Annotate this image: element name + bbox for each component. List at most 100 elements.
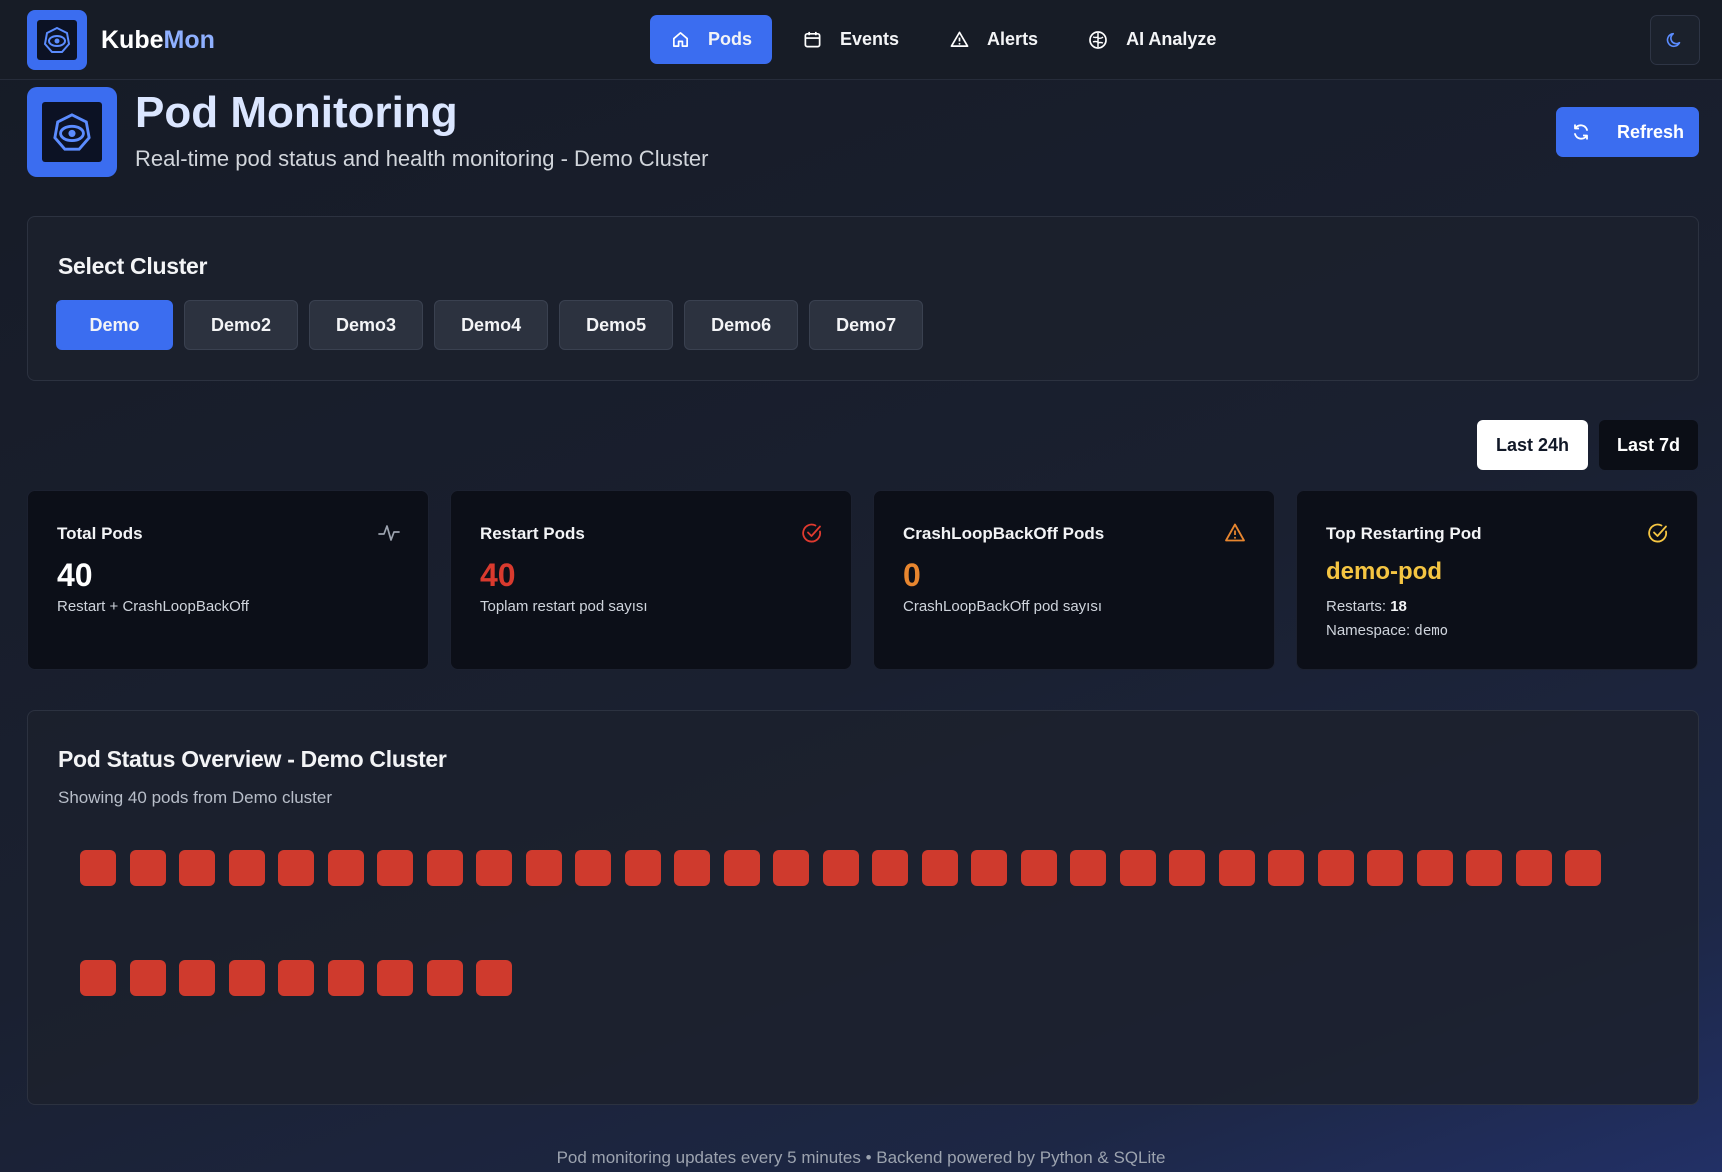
top-pod-restarts: Restarts: 18 bbox=[1326, 598, 1407, 615]
footer-text: Pod monitoring updates every 5 minutes •… bbox=[556, 1148, 1166, 1167]
pod-status-tile[interactable] bbox=[80, 960, 116, 996]
pod-status-tile[interactable] bbox=[278, 850, 314, 886]
cluster-button-demo3[interactable]: Demo3 bbox=[309, 300, 424, 350]
stat-card-description: Restart + CrashLoopBackOff bbox=[57, 598, 249, 615]
pod-status-tile[interactable] bbox=[921, 850, 958, 886]
pod-status-tile[interactable] bbox=[179, 960, 215, 996]
eye-logo-icon bbox=[53, 113, 91, 151]
cluster-button-demo7[interactable]: Demo7 bbox=[809, 300, 924, 350]
refresh-icon bbox=[1574, 124, 1588, 140]
pod-status-tile[interactable] bbox=[1169, 850, 1205, 886]
top-pod-namespace-value: demo bbox=[1414, 623, 1449, 639]
pod-status-tile[interactable] bbox=[228, 850, 265, 886]
brand-name-second: Mon bbox=[163, 25, 215, 54]
brain-icon bbox=[1088, 30, 1108, 50]
warning-icon bbox=[949, 30, 969, 50]
pod-status-tile[interactable] bbox=[476, 850, 512, 886]
pod-status-tile[interactable] bbox=[377, 960, 413, 996]
refresh-button[interactable]: Refresh bbox=[1556, 107, 1699, 157]
brand-name: KubeMon bbox=[101, 26, 215, 55]
pod-status-subtitle: Showing 40 pods from Demo cluster bbox=[58, 788, 333, 807]
pod-status-tile[interactable] bbox=[872, 850, 908, 886]
pod-status-tile[interactable] bbox=[228, 960, 265, 996]
pod-status-overview-panel: Pod Status Overview - Demo Cluster Showi… bbox=[27, 710, 1699, 1105]
brand-name-first: Kube bbox=[101, 25, 164, 54]
page-title: Pod Monitoring bbox=[135, 88, 458, 137]
time-range-toggle: Last 24h Last 7d bbox=[1477, 420, 1698, 470]
pod-status-tile[interactable] bbox=[1416, 850, 1453, 886]
nav-pods[interactable]: Pods bbox=[650, 15, 773, 64]
pod-status-tile[interactable] bbox=[971, 850, 1007, 886]
cluster-button-demo4[interactable]: Demo4 bbox=[434, 300, 549, 350]
pod-status-grid bbox=[80, 850, 1640, 996]
pod-status-tile[interactable] bbox=[377, 850, 413, 886]
theme-toggle-button[interactable] bbox=[1650, 15, 1700, 65]
pod-status-tile[interactable] bbox=[426, 960, 463, 996]
cluster-button-demo2[interactable]: Demo2 bbox=[184, 300, 299, 350]
pod-status-tile[interactable] bbox=[278, 960, 314, 996]
pod-status-tile[interactable] bbox=[476, 960, 512, 996]
cluster-button-demo[interactable]: Demo bbox=[56, 300, 173, 350]
pod-status-tile[interactable] bbox=[327, 960, 364, 996]
pod-status-tile[interactable] bbox=[129, 850, 166, 886]
pod-status-tile[interactable] bbox=[1466, 850, 1502, 886]
stat-card-top-restarting-pod: Top Restarting Pod demo-pod Restarts: 18… bbox=[1296, 490, 1698, 670]
pod-status-tile[interactable] bbox=[1119, 850, 1156, 886]
pod-status-tile[interactable] bbox=[179, 850, 215, 886]
top-pod-restarts-label: Restarts: bbox=[1326, 598, 1387, 615]
stat-card-title: Restart Pods bbox=[480, 524, 585, 543]
nav-alerts[interactable]: Alerts bbox=[929, 15, 1058, 64]
home-icon bbox=[670, 30, 690, 50]
nav-pods-label: Pods bbox=[708, 29, 753, 49]
pod-status-tile[interactable] bbox=[327, 850, 364, 886]
stat-card-description: CrashLoopBackOff pod sayısı bbox=[903, 598, 1102, 615]
cluster-button-demo5[interactable]: Demo5 bbox=[559, 300, 674, 350]
stat-card-value: 40 bbox=[57, 557, 93, 593]
pod-status-tile[interactable] bbox=[129, 960, 166, 996]
pod-status-tile[interactable] bbox=[1020, 850, 1057, 886]
kubemon-logo bbox=[27, 10, 87, 70]
cluster-select-panel: Select Cluster Demo Demo2 Demo3 Demo4 De… bbox=[27, 216, 1699, 381]
cluster-select-title: Select Cluster bbox=[58, 253, 208, 279]
range-button-7d[interactable]: Last 7d bbox=[1599, 420, 1698, 470]
top-pod-namespace-label: Namespace: bbox=[1326, 622, 1411, 639]
top-pod-namespace: Namespace: demo bbox=[1326, 622, 1448, 639]
nav-ai-analyze[interactable]: AI Analyze bbox=[1068, 15, 1236, 64]
pod-status-tile[interactable] bbox=[674, 850, 710, 886]
pod-status-tile[interactable] bbox=[723, 850, 760, 886]
cluster-button-group: Demo Demo2 Demo3 Demo4 Demo5 Demo6 Demo7 bbox=[56, 300, 924, 350]
pod-status-tile[interactable] bbox=[525, 850, 562, 886]
pod-status-tile[interactable] bbox=[1515, 850, 1552, 886]
cluster-button-demo6[interactable]: Demo6 bbox=[684, 300, 799, 350]
nav-alerts-label: Alerts bbox=[987, 29, 1039, 49]
stat-card-value: 0 bbox=[903, 557, 921, 593]
stat-card-title: Top Restarting Pod bbox=[1326, 524, 1482, 543]
pod-status-tile[interactable] bbox=[822, 850, 859, 886]
pod-status-tile[interactable] bbox=[624, 850, 661, 886]
stat-card-value: 40 bbox=[480, 557, 516, 593]
activity-icon bbox=[378, 525, 400, 541]
nav-events-label: Events bbox=[840, 29, 900, 49]
refresh-button-label: Refresh bbox=[1616, 121, 1685, 142]
calendar-icon bbox=[802, 30, 822, 50]
top-pod-name: demo-pod bbox=[1326, 558, 1442, 585]
stat-card-title: Total Pods bbox=[57, 524, 143, 543]
pod-status-tile[interactable] bbox=[1367, 850, 1403, 886]
page-subtitle: Real-time pod status and health monitori… bbox=[135, 146, 709, 171]
pod-status-tile[interactable] bbox=[1565, 850, 1601, 886]
pod-status-tile[interactable] bbox=[1268, 850, 1304, 886]
main-nav: Pods Events Alerts AI Analyze bbox=[650, 15, 1236, 64]
nav-events[interactable]: Events bbox=[782, 15, 919, 64]
warning-icon bbox=[1225, 523, 1245, 542]
pod-status-tile[interactable] bbox=[426, 850, 463, 886]
pod-status-title: Pod Status Overview - Demo Cluster bbox=[58, 746, 447, 772]
range-button-24h[interactable]: Last 24h bbox=[1477, 420, 1588, 470]
brand[interactable]: KubeMon bbox=[27, 10, 215, 70]
pod-status-tile[interactable] bbox=[773, 850, 809, 886]
pod-status-tile[interactable] bbox=[1218, 850, 1255, 886]
pod-status-tile[interactable] bbox=[575, 850, 611, 886]
pod-status-tile[interactable] bbox=[1070, 850, 1106, 886]
pod-status-tile[interactable] bbox=[1317, 850, 1354, 886]
pod-status-tile[interactable] bbox=[80, 850, 116, 886]
nav-ai-analyze-label: AI Analyze bbox=[1126, 29, 1217, 49]
